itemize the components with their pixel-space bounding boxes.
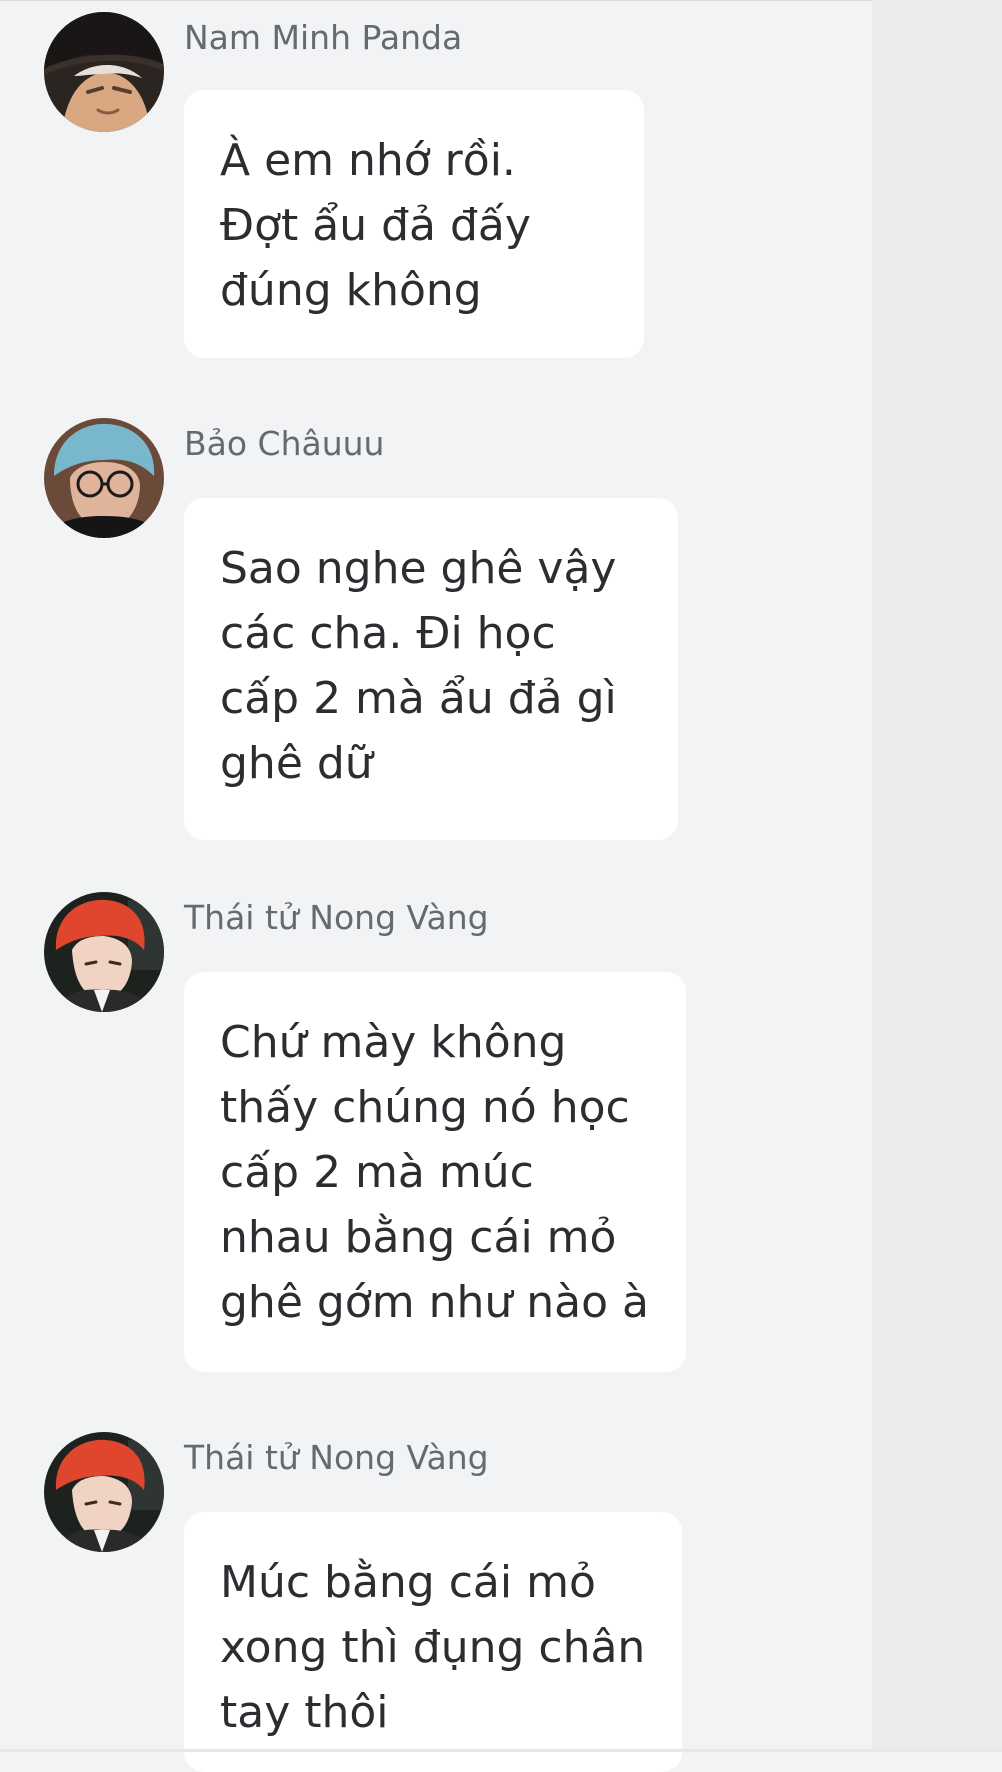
avatar-anime-character-icon[interactable] [44,12,164,132]
chat-message: Thái tử Nong Vàng Múc bằng cái mỏ xong t… [0,1420,946,1772]
sender-name: Thái tử Nong Vàng [184,898,489,937]
message-bubble[interactable]: Múc bằng cái mỏ xong thì đụng chân tay t… [184,1512,682,1772]
sender-name: Bảo Châuuu [184,424,385,463]
side-rail [872,0,1002,1752]
chat-message: Thái tử Nong Vàng Chứ mày không thấy chú… [0,880,946,1390]
message-bubble[interactable]: Chứ mày không thấy chúng nó học cấp 2 mà… [184,972,686,1372]
message-text: À em nhớ rồi. Đợt ẩu đả đấy đúng không [220,135,531,316]
message-text: Sao nghe ghê vậy các cha. Đi học cấp 2 m… [220,543,617,789]
sender-name: Nam Minh Panda [184,18,463,57]
message-text: Chứ mày không thấy chúng nó học cấp 2 mà… [220,1017,649,1328]
sender-name: Thái tử Nong Vàng [184,1438,489,1477]
avatar-blue-hair-glasses-icon[interactable] [44,418,164,538]
avatar-red-hair-icon[interactable] [44,1432,164,1552]
avatar-red-hair-icon[interactable] [44,892,164,1012]
message-bubble[interactable]: Sao nghe ghê vậy các cha. Đi học cấp 2 m… [184,498,678,840]
chat-message: Bảo Châuuu Sao nghe ghê vậy các cha. Đi … [0,406,946,846]
chat-message-list[interactable]: Nam Minh Panda À em nhớ rồi. Đợt ẩu đả đ… [0,0,946,1772]
message-bubble[interactable]: À em nhớ rồi. Đợt ẩu đả đấy đúng không [184,90,644,358]
message-text: Múc bằng cái mỏ xong thì đụng chân tay t… [220,1557,646,1738]
chat-message: Nam Minh Panda À em nhớ rồi. Đợt ẩu đả đ… [0,0,946,360]
